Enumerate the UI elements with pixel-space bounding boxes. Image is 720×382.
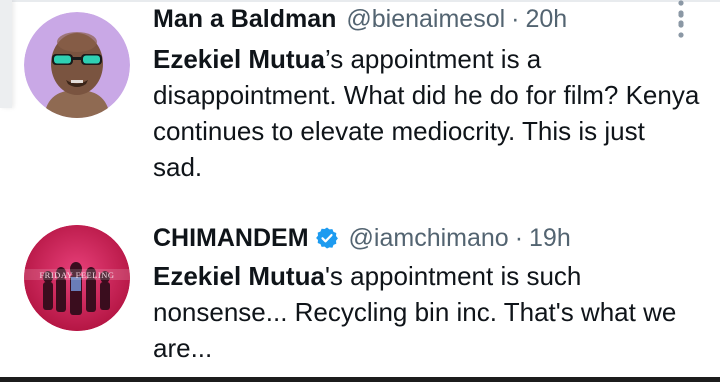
more-vertical-icon[interactable] xyxy=(678,0,684,26)
avatar[interactable] xyxy=(24,12,130,118)
author-name[interactable]: Man a Baldman xyxy=(153,5,336,34)
tweet-text: Ezekiel Mutua's appointment is such nons… xyxy=(153,258,700,366)
author-name[interactable]: CHIMANDEM xyxy=(153,224,309,253)
bottom-edge-bar xyxy=(0,377,720,382)
tweet-text: Ezekiel Mutua’s appointment is a disappo… xyxy=(153,41,700,185)
avatar[interactable]: FRIDAY FEELING xyxy=(24,225,130,331)
cartoon-bald-man-avatar-icon xyxy=(24,12,130,118)
separator-dot: · xyxy=(514,223,524,252)
tweet-item[interactable]: Man a Baldman @bienaimesol · 20h Ezekiel… xyxy=(0,0,720,205)
author-handle[interactable]: @iamchimano xyxy=(349,224,509,253)
tweet-item[interactable]: FRIDAY FEELING CHIMANDEM @iamchimano · 1… xyxy=(0,205,720,377)
tweet-header: CHIMANDEM @iamchimano · 19h xyxy=(153,221,692,255)
timestamp[interactable]: 20h xyxy=(526,5,568,34)
timestamp[interactable]: 19h xyxy=(529,224,571,253)
author-handle[interactable]: @bienaimesol xyxy=(346,5,505,34)
separator-dot: · xyxy=(511,4,520,33)
mention-link[interactable]: Ezekiel Mutua xyxy=(153,44,325,74)
avatar-caption: FRIDAY FEELING xyxy=(39,270,115,280)
verified-badge-icon xyxy=(315,226,339,250)
mention-link[interactable]: Ezekiel Mutua xyxy=(153,261,325,291)
tweet-header: Man a Baldman @bienaimesol · 20h xyxy=(153,2,692,36)
